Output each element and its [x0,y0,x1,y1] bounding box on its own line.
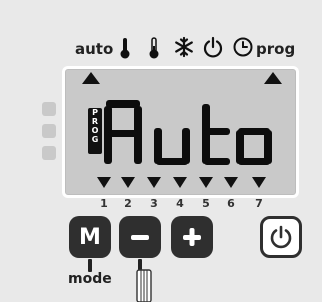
day-number: 5 [202,197,210,210]
mode-button[interactable]: M [69,216,111,258]
standby-icon [203,36,223,58]
auto-pointer-arrow [82,72,100,84]
day-marker-2 [121,177,135,188]
day-marker-6 [224,177,238,188]
clock-icon [233,37,253,57]
day-marker-7 [252,177,266,188]
day-number: 7 [255,197,263,210]
day-marker-1 [97,177,111,188]
day-number: 4 [176,197,184,210]
prog-pointer-arrow [264,72,282,84]
plus-icon [183,228,201,246]
status-led-3 [42,146,56,160]
auto-label: auto [75,40,114,58]
minus-button[interactable] [119,216,161,258]
thermometer-low-icon [149,37,159,59]
mode-caption: mode [68,271,112,287]
day-marker-5 [199,177,213,188]
day-marker-3 [147,177,161,188]
finger-hint-icon [136,269,152,302]
mode-button-label: M [79,224,101,250]
status-led-2 [42,124,56,138]
plus-button[interactable] [171,216,213,258]
segment-text-auto [104,100,272,165]
status-led-1 [42,102,56,116]
mode-indicators: auto prog [0,0,322,60]
day-number: 2 [124,197,132,210]
thermostat-panel: auto prog P R O G 1 2 3 4 5 6 7 M mode [0,0,322,302]
power-icon [270,225,292,249]
day-marker-4 [173,177,187,188]
day-number: 6 [227,197,235,210]
thermometer-high-icon [120,38,130,59]
day-number: 1 [100,197,108,210]
snowflake-icon [175,36,193,58]
power-button[interactable] [260,216,302,258]
prog-label: prog [256,40,296,58]
minus-icon [131,235,149,240]
day-number: 3 [150,197,158,210]
